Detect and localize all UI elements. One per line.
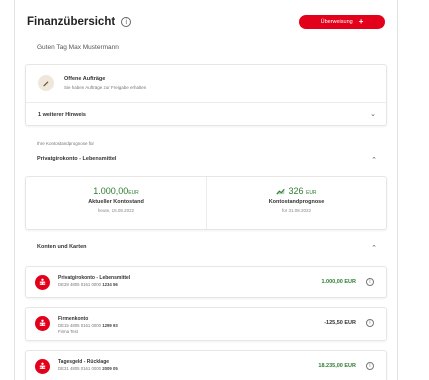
- balance-forecast-card: 1.000,00EUR Aktueller Kontostand heute, …: [25, 176, 387, 230]
- notifications-card: Offene Aufträge Sie haben Aufträge zur F…: [25, 64, 387, 126]
- account-iban-suffix: 2009 05: [102, 366, 118, 371]
- header: Finanzübersicht i Überweisung +: [27, 11, 385, 33]
- chevron-down-icon[interactable]: ⌄: [370, 110, 376, 118]
- sparkasse-logo-icon: [35, 316, 50, 331]
- plus-icon: +: [358, 17, 364, 26]
- transfer-button[interactable]: Überweisung +: [299, 15, 385, 29]
- page-title: Finanzübersicht: [27, 16, 116, 28]
- account-iban-suffix: 1234 56: [102, 282, 118, 287]
- pen-icon: [38, 75, 54, 91]
- current-balance-label: Aktueller Kontostand: [88, 199, 144, 205]
- account-balance: -125,50 EUR: [324, 320, 356, 326]
- forecast-caption: Ihre Kontostandprognose für: [37, 141, 95, 146]
- current-balance: 1.000,00EUR Aktueller Kontostand heute, …: [26, 177, 206, 229]
- account-iban-suffix: 1299 93: [102, 323, 118, 328]
- info-icon[interactable]: i: [366, 362, 374, 370]
- sparkasse-logo-icon: [35, 275, 50, 290]
- info-icon[interactable]: i: [366, 278, 374, 286]
- accounts-section-title: Konten und Karten: [37, 244, 87, 250]
- current-balance-unit: EUR: [128, 190, 139, 196]
- account-name: Privatgirokonto - Lebensmittel: [58, 275, 131, 281]
- account-balance: 1.000,00 EUR: [321, 279, 356, 285]
- account-balance: 18.235,00 EUR: [318, 363, 356, 369]
- current-balance-value: 1.000,00EUR: [26, 186, 206, 196]
- open-orders-title: Offene Aufträge: [64, 76, 106, 82]
- account-iban: DE15 4805 0161 0000 1299 93: [58, 323, 118, 328]
- current-balance-date: heute, 15.08.2022: [97, 208, 135, 213]
- account-name: Tagesgeld - Rücklage: [58, 359, 110, 365]
- forecast-date: für 31.08.2022: [281, 208, 312, 213]
- transfer-button-label: Überweisung: [320, 19, 353, 25]
- chevron-up-icon[interactable]: ⌃: [371, 244, 377, 252]
- account-row[interactable]: Privatgirokonto - Lebensmittel DE28 4805…: [25, 266, 387, 298]
- balance-forecast: 326 EUR Kontostandprognose für 31.08.202…: [206, 177, 386, 229]
- forecast-account-header[interactable]: Privatgirokonto - Lebensmittel ⌃: [25, 152, 387, 170]
- greeting: Guten Tag Max Mustermann: [37, 44, 119, 51]
- more-hints-label: 1 weiterer Hinweis: [38, 112, 86, 118]
- trend-up-icon: [276, 189, 286, 195]
- sparkasse-logo-icon: [35, 359, 50, 374]
- chevron-up-icon[interactable]: ⌃: [371, 156, 377, 164]
- account-iban: DE28 4805 0161 0000 1234 56: [58, 282, 118, 287]
- forecast-label: Kontostandprognose: [268, 199, 325, 205]
- info-icon[interactable]: i: [121, 17, 132, 27]
- account-iban-prefix: DE15 4805 0161 0000: [58, 323, 102, 328]
- finance-overview-panel: Finanzübersicht i Überweisung + Guten Ta…: [14, 0, 398, 380]
- account-iban-prefix: DE31 4805 0161 0000: [58, 366, 102, 371]
- forecast-value: 326 EUR: [207, 186, 386, 196]
- accounts-section-header[interactable]: Konten und Karten ⌃: [25, 240, 387, 258]
- account-name: Firmenkonto: [58, 316, 89, 322]
- open-orders-subtitle: Sie haben Aufträge zur Freigabe erhalten: [64, 85, 147, 90]
- forecast-amount: 326: [288, 186, 304, 196]
- forecast-account-title: Privatgirokonto - Lebensmittel: [37, 156, 117, 162]
- account-holder: Firma Test: [58, 329, 78, 334]
- account-iban-prefix: DE28 4805 0161 0000: [58, 282, 102, 287]
- account-row[interactable]: Firmenkonto DE15 4805 0161 0000 1299 93 …: [25, 307, 387, 341]
- current-balance-amount: 1.000,00: [93, 186, 129, 196]
- open-orders-row[interactable]: Offene Aufträge Sie haben Aufträge zur F…: [26, 65, 386, 103]
- account-row[interactable]: Tagesgeld - Rücklage DE31 4805 0161 0000…: [25, 350, 387, 380]
- forecast-unit: EUR: [305, 190, 317, 196]
- info-icon[interactable]: i: [366, 319, 374, 327]
- more-hints-row[interactable]: 1 weiterer Hinweis ⌄: [26, 103, 386, 127]
- title-wrap: Finanzübersicht i: [27, 16, 132, 28]
- account-iban: DE31 4805 0161 0000 2009 05: [58, 366, 118, 371]
